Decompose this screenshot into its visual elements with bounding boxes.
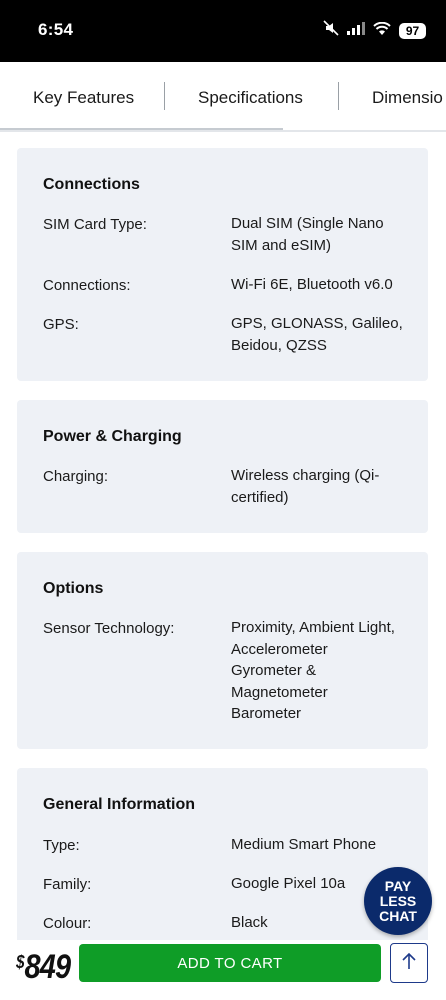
spec-label: Sensor Technology: — [43, 620, 175, 637]
section-title: Options — [43, 580, 104, 597]
section-power-charging: Power & Charging Charging: Wireless char… — [17, 400, 428, 533]
section-title: Connections — [43, 176, 140, 193]
signal-icon — [347, 21, 365, 40]
spec-value: Wi-Fi 6E, Bluetooth v6.0 — [231, 274, 411, 296]
pay-less-chat-button[interactable]: PAY LESS CHAT — [364, 867, 432, 935]
price-currency: $ — [16, 952, 25, 972]
chat-badge-line: PAY — [384, 877, 412, 894]
add-to-cart-button[interactable]: ADD TO CART — [79, 944, 381, 982]
wifi-icon — [373, 21, 391, 40]
spec-label: Connections: — [43, 277, 131, 294]
spec-value-line: Magnetometer — [231, 683, 328, 701]
spec-value: GPS, GLONASS, Galileo, Beidou, QZSS — [231, 313, 411, 356]
spec-value-line: certified) — [231, 488, 289, 506]
tab-key-features[interactable]: Key Features — [33, 88, 134, 108]
spec-value-line: Wireless charging (Qi- — [231, 467, 380, 484]
spec-value: Wireless charging (Qi- certified) — [231, 465, 411, 508]
spec-value-line: Dual SIM (Single Nano — [231, 215, 384, 232]
spec-tabs: Key Features Specifications Dimensio — [0, 62, 446, 132]
spec-label: GPS: — [43, 316, 79, 333]
product-price: $849 — [16, 948, 72, 987]
mute-icon — [323, 20, 339, 41]
spec-value-line: Accelerometer — [231, 640, 328, 658]
chat-badge-line: CHAT — [379, 907, 417, 924]
spec-label: Family: — [43, 876, 92, 893]
spec-value: Medium Smart Phone — [231, 834, 411, 856]
section-title: Power & Charging — [43, 428, 182, 445]
spec-value-line: GPS, GLONASS, Galileo, — [231, 315, 403, 332]
spec-value: Dual SIM (Single Nano SIM and eSIM) — [231, 213, 411, 256]
scroll-to-top-button[interactable] — [390, 943, 428, 983]
spec-label: Type: — [43, 837, 80, 854]
chat-badge-line: LESS — [379, 892, 417, 909]
tab-dimensions[interactable]: Dimensio — [372, 88, 443, 108]
tab-specifications[interactable]: Specifications — [198, 88, 303, 108]
section-connections: Connections SIM Card Type: Dual SIM (Sin… — [17, 148, 428, 381]
tab-divider — [338, 82, 339, 110]
purchase-bar: $849 ADD TO CART — [0, 940, 446, 1000]
spec-label: Charging: — [43, 468, 109, 485]
status-icons: 97 — [323, 20, 426, 41]
spec-value-line: Barometer — [231, 705, 302, 722]
spec-value-line: Gyrometer & — [231, 662, 317, 679]
spec-label: Colour: — [43, 915, 92, 932]
section-title: General Information — [43, 796, 196, 813]
tab-divider — [164, 82, 165, 110]
arrow-up-icon — [401, 952, 417, 975]
price-amount: 849 — [24, 948, 72, 986]
status-time: 6:54 — [38, 20, 74, 39]
spec-value: Proximity, Ambient Light, Accelerometer … — [231, 617, 411, 725]
section-options: Options Sensor Technology: Proximity, Am… — [17, 552, 428, 749]
status-bar: 6:54 97 — [0, 0, 446, 62]
battery-icon: 97 — [399, 22, 426, 39]
spec-value-line: Wi-Fi 6E, Bluetooth v6.0 — [231, 276, 393, 293]
spec-label: SIM Card Type: — [43, 216, 147, 233]
spec-value-line: SIM and eSIM) — [231, 236, 332, 254]
spec-value-line: Medium Smart Phone — [231, 836, 377, 853]
spec-value-line: Proximity, Ambient Light, — [231, 619, 395, 636]
spec-value-line: Beidou, QZSS — [231, 336, 327, 354]
specifications-content[interactable]: Connections SIM Card Type: Dual SIM (Sin… — [0, 132, 446, 940]
